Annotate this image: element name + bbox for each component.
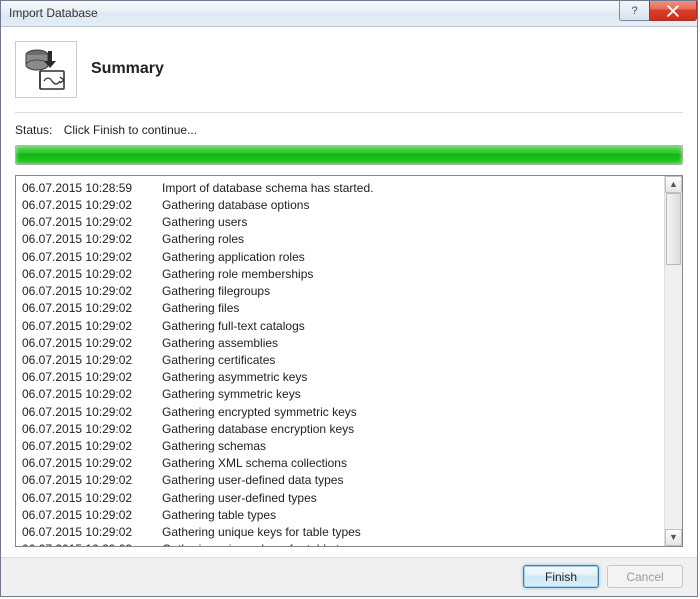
log-row: 06.07.2015 10:29:02Gathering table types — [22, 507, 658, 524]
log-message: Gathering user-defined types — [162, 490, 317, 507]
log-timestamp: 06.07.2015 10:29:02 — [22, 300, 162, 317]
log-message: Gathering users — [162, 214, 247, 231]
log-message: Gathering table types — [162, 507, 276, 524]
log-timestamp: 06.07.2015 10:29:02 — [22, 472, 162, 489]
log-row: 06.07.2015 10:29:02Gathering filegroups — [22, 283, 658, 300]
wizard-header: Summary — [15, 41, 683, 98]
log-row: 06.07.2015 10:29:02Gathering user-define… — [22, 472, 658, 489]
status-text: Click Finish to continue... — [64, 123, 197, 137]
log-row: 06.07.2015 10:29:02Gathering database en… — [22, 421, 658, 438]
log-timestamp: 06.07.2015 10:29:02 — [22, 231, 162, 248]
log-timestamp: 06.07.2015 10:29:02 — [22, 352, 162, 369]
page-title: Summary — [91, 60, 164, 78]
dialog-window: Import Database ? — [0, 0, 698, 597]
finish-button[interactable]: Finish — [523, 565, 599, 588]
log-row: 06.07.2015 10:29:02Gathering schemas — [22, 438, 658, 455]
status-line: Status: Click Finish to continue... — [15, 123, 683, 137]
progress-bar — [15, 145, 683, 165]
log-message: Gathering user-defined data types — [162, 472, 343, 489]
log-timestamp: 06.07.2015 10:29:02 — [22, 438, 162, 455]
log-timestamp: 06.07.2015 10:29:02 — [22, 197, 162, 214]
log-row: 06.07.2015 10:29:02Gathering roles — [22, 231, 658, 248]
log-list[interactable]: 06.07.2015 10:28:59Import of database sc… — [16, 176, 664, 546]
dialog-footer: Finish Cancel — [1, 557, 697, 596]
log-message: Gathering role memberships — [162, 266, 313, 283]
log-message: Gathering files — [162, 300, 239, 317]
scroll-track[interactable] — [665, 193, 682, 529]
log-message: Gathering unique keys for table types — [162, 524, 361, 541]
log-timestamp: 06.07.2015 10:29:02 — [22, 421, 162, 438]
log-timestamp: 06.07.2015 10:29:02 — [22, 335, 162, 352]
log-timestamp: 06.07.2015 10:29:02 — [22, 249, 162, 266]
log-timestamp: 06.07.2015 10:29:02 — [22, 455, 162, 472]
log-timestamp: 06.07.2015 10:29:02 — [22, 266, 162, 283]
log-message: Gathering schemas — [162, 438, 266, 455]
log-message: Gathering XML schema collections — [162, 455, 347, 472]
log-row: 06.07.2015 10:29:02Gathering role member… — [22, 266, 658, 283]
log-message: Gathering application roles — [162, 249, 305, 266]
log-timestamp: 06.07.2015 10:29:02 — [22, 214, 162, 231]
titlebar-controls: ? — [619, 1, 697, 21]
log-timestamp: 06.07.2015 10:29:02 — [22, 490, 162, 507]
log-row: 06.07.2015 10:29:02Gathering assemblies — [22, 335, 658, 352]
log-message: Gathering asymmetric keys — [162, 369, 307, 386]
log-message: Gathering roles — [162, 231, 244, 248]
content-area: Summary Status: Click Finish to continue… — [1, 27, 697, 557]
progress-fill — [16, 146, 682, 164]
log-message: Gathering encrypted symmetric keys — [162, 404, 357, 421]
log-row: 06.07.2015 10:29:02Gathering certificate… — [22, 352, 658, 369]
log-row: 06.07.2015 10:29:02Gathering asymmetric … — [22, 369, 658, 386]
log-row: 06.07.2015 10:29:02Gathering files — [22, 300, 658, 317]
log-message: Gathering database options — [162, 197, 309, 214]
log-row: 06.07.2015 10:29:02Gathering primary key… — [22, 541, 658, 546]
log-timestamp: 06.07.2015 10:29:02 — [22, 318, 162, 335]
log-message: Gathering filegroups — [162, 283, 270, 300]
log-row: 06.07.2015 10:29:02Gathering unique keys… — [22, 524, 658, 541]
log-row: 06.07.2015 10:29:02Gathering full-text c… — [22, 318, 658, 335]
log-timestamp: 06.07.2015 10:29:02 — [22, 541, 162, 546]
log-timestamp: 06.07.2015 10:29:02 — [22, 507, 162, 524]
log-timestamp: 06.07.2015 10:29:02 — [22, 524, 162, 541]
close-button[interactable] — [649, 1, 697, 21]
scroll-down-button[interactable]: ▼ — [665, 529, 682, 546]
log-row: 06.07.2015 10:29:02Gathering application… — [22, 249, 658, 266]
log-row: 06.07.2015 10:28:59Import of database sc… — [22, 180, 658, 197]
log-row: 06.07.2015 10:29:02Gathering users — [22, 214, 658, 231]
log-timestamp: 06.07.2015 10:28:59 — [22, 180, 162, 197]
status-label: Status: — [15, 123, 52, 137]
close-icon — [667, 5, 679, 17]
scroll-up-button[interactable]: ▲ — [665, 176, 682, 193]
log-message: Gathering assemblies — [162, 335, 278, 352]
log-message: Gathering full-text catalogs — [162, 318, 305, 335]
window-title: Import Database — [9, 6, 98, 20]
scrollbar-vertical[interactable]: ▲ ▼ — [664, 176, 682, 546]
log-row: 06.07.2015 10:29:02Gathering encrypted s… — [22, 404, 658, 421]
log-row: 06.07.2015 10:29:02Gathering XML schema … — [22, 455, 658, 472]
log-message: Gathering certificates — [162, 352, 275, 369]
database-import-icon — [15, 41, 77, 98]
log-message: Gathering symmetric keys — [162, 386, 301, 403]
log-row: 06.07.2015 10:29:02Gathering database op… — [22, 197, 658, 214]
log-timestamp: 06.07.2015 10:29:02 — [22, 369, 162, 386]
log-message: Import of database schema has started. — [162, 180, 373, 197]
titlebar[interactable]: Import Database ? — [1, 1, 697, 27]
header-separator — [15, 112, 683, 113]
log-panel: 06.07.2015 10:28:59Import of database sc… — [15, 175, 683, 547]
log-message: Gathering database encryption keys — [162, 421, 354, 438]
log-row: 06.07.2015 10:29:02Gathering user-define… — [22, 490, 658, 507]
log-message: Gathering primary keys for table types — [162, 541, 365, 546]
log-timestamp: 06.07.2015 10:29:02 — [22, 386, 162, 403]
help-button[interactable]: ? — [619, 1, 649, 21]
cancel-button[interactable]: Cancel — [607, 565, 683, 588]
log-row: 06.07.2015 10:29:02Gathering symmetric k… — [22, 386, 658, 403]
log-timestamp: 06.07.2015 10:29:02 — [22, 404, 162, 421]
log-timestamp: 06.07.2015 10:29:02 — [22, 283, 162, 300]
scroll-thumb[interactable] — [666, 193, 681, 265]
